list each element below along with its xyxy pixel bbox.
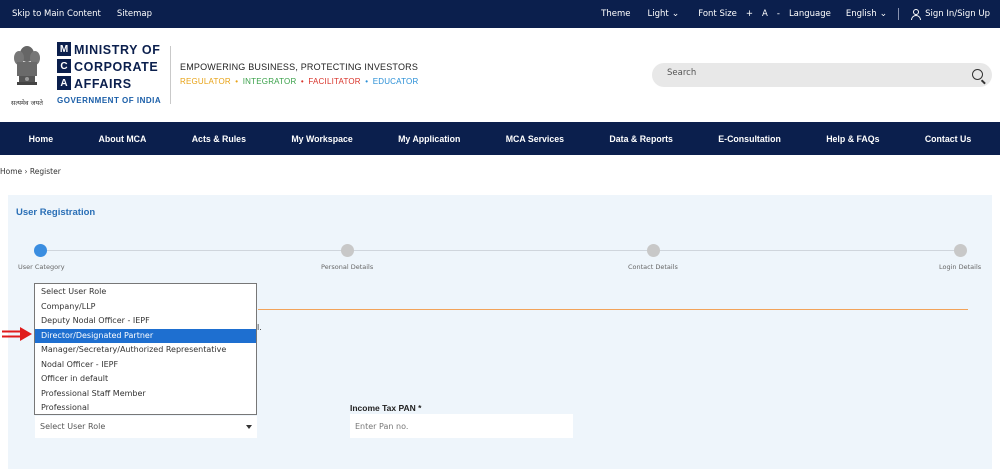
sitemap-link[interactable]: Sitemap — [117, 9, 152, 19]
chevron-down-icon: ⌄ — [879, 9, 888, 19]
font-reset-button[interactable]: A — [762, 9, 768, 19]
nav-data-reports[interactable]: Data & Reports — [609, 134, 673, 144]
main-nav: Home About MCA Acts & Rules My Workspace… — [0, 122, 1000, 155]
signin-link[interactable]: Sign In/Sign Up — [910, 9, 990, 20]
step-label: Personal Details — [321, 263, 374, 271]
tagline: EMPOWERING BUSINESS, PROTECTING INVESTOR… — [180, 62, 419, 72]
language-label: Language — [788, 9, 831, 19]
search-input[interactable] — [667, 68, 957, 78]
mca-logo: M C A — [57, 42, 71, 90]
font-decrease-button[interactable]: - — [777, 9, 780, 19]
user-role-select[interactable]: Select User Role — [35, 416, 257, 438]
ministry-name[interactable]: MINISTRY OF CORPORATE AFFAIRS — [74, 42, 160, 93]
nav-my-application[interactable]: My Application — [398, 134, 460, 144]
step-label: Contact Details — [628, 263, 678, 271]
step-dot-personal-details — [341, 244, 354, 257]
divider — [898, 8, 900, 20]
theme-label: Theme — [601, 9, 631, 19]
caret-down-icon — [246, 425, 252, 429]
user-icon — [910, 9, 922, 20]
nav-about-mca[interactable]: About MCA — [98, 134, 146, 144]
pan-label: Income Tax PAN * — [350, 403, 422, 413]
option-company-llp[interactable]: Company/LLP — [35, 300, 256, 315]
nav-contact-us[interactable]: Contact Us — [925, 134, 971, 144]
top-utility-bar: Skip to Main Content Sitemap Theme Light… — [0, 0, 1000, 28]
step-dot-login-details — [954, 244, 967, 257]
user-role-options: Select User Role Company/LLP Deputy Noda… — [34, 283, 257, 415]
pan-input[interactable] — [350, 414, 573, 438]
option-nodal-officer[interactable]: Nodal Officer - IEPF — [35, 358, 256, 373]
red-arrow-icon — [2, 327, 32, 341]
role-regulator: REGULATOR — [180, 77, 231, 86]
page-title: User Registration — [16, 207, 96, 218]
nav-mca-services[interactable]: MCA Services — [506, 134, 564, 144]
option-officer-in-default[interactable]: Officer in default — [35, 372, 256, 387]
font-increase-button[interactable]: + — [746, 9, 753, 19]
nav-help-faqs[interactable]: Help & FAQs — [826, 134, 879, 144]
stepper-line — [40, 250, 960, 251]
national-emblem-icon — [14, 46, 40, 85]
nav-my-workspace[interactable]: My Workspace — [291, 134, 352, 144]
option-select-user-role[interactable]: Select User Role — [35, 285, 256, 300]
option-professional[interactable]: Professional — [35, 401, 256, 416]
theme-select[interactable]: Light ⌄ — [647, 9, 679, 19]
step-dot-user-category — [34, 244, 47, 257]
section-divider — [258, 309, 968, 310]
search-bar — [652, 63, 992, 87]
step-dot-contact-details — [647, 244, 660, 257]
language-select[interactable]: English ⌄ — [846, 9, 887, 19]
option-deputy-nodal-officer[interactable]: Deputy Nodal Officer - IEPF — [35, 314, 256, 329]
role-list: REGULATOR • INTEGRATOR • FACILITATOR • E… — [180, 77, 419, 86]
government-of-india: GOVERNMENT OF INDIA — [57, 96, 162, 105]
partial-label: l. — [257, 323, 262, 332]
skip-to-main-link[interactable]: Skip to Main Content — [12, 9, 101, 19]
site-header: सत्यमेव जयते M C A MINISTRY OF CORPORATE… — [0, 28, 1000, 122]
option-director-designated-partner[interactable]: Director/Designated Partner — [35, 328, 256, 343]
emblem-motto: सत्यमेव जयते — [11, 99, 43, 107]
option-professional-staff-member[interactable]: Professional Staff Member — [35, 387, 256, 402]
search-icon[interactable] — [972, 69, 983, 80]
nav-e-consultation[interactable]: E-Consultation — [718, 134, 781, 144]
step-label: Login Details — [939, 263, 982, 271]
option-manager-secretary[interactable]: Manager/Secretary/Authorized Representat… — [35, 343, 256, 358]
nav-home[interactable]: Home — [29, 134, 53, 144]
role-facilitator: FACILITATOR — [308, 77, 361, 86]
header-divider — [170, 46, 171, 104]
nav-acts-rules[interactable]: Acts & Rules — [192, 134, 246, 144]
font-size-label: Font Size — [698, 9, 737, 19]
breadcrumb[interactable]: Home › Register — [0, 167, 61, 176]
role-integrator: INTEGRATOR — [242, 77, 297, 86]
role-educator: EDUCATOR — [372, 77, 419, 86]
step-label: User Category — [18, 263, 65, 271]
chevron-down-icon: ⌄ — [671, 9, 680, 19]
